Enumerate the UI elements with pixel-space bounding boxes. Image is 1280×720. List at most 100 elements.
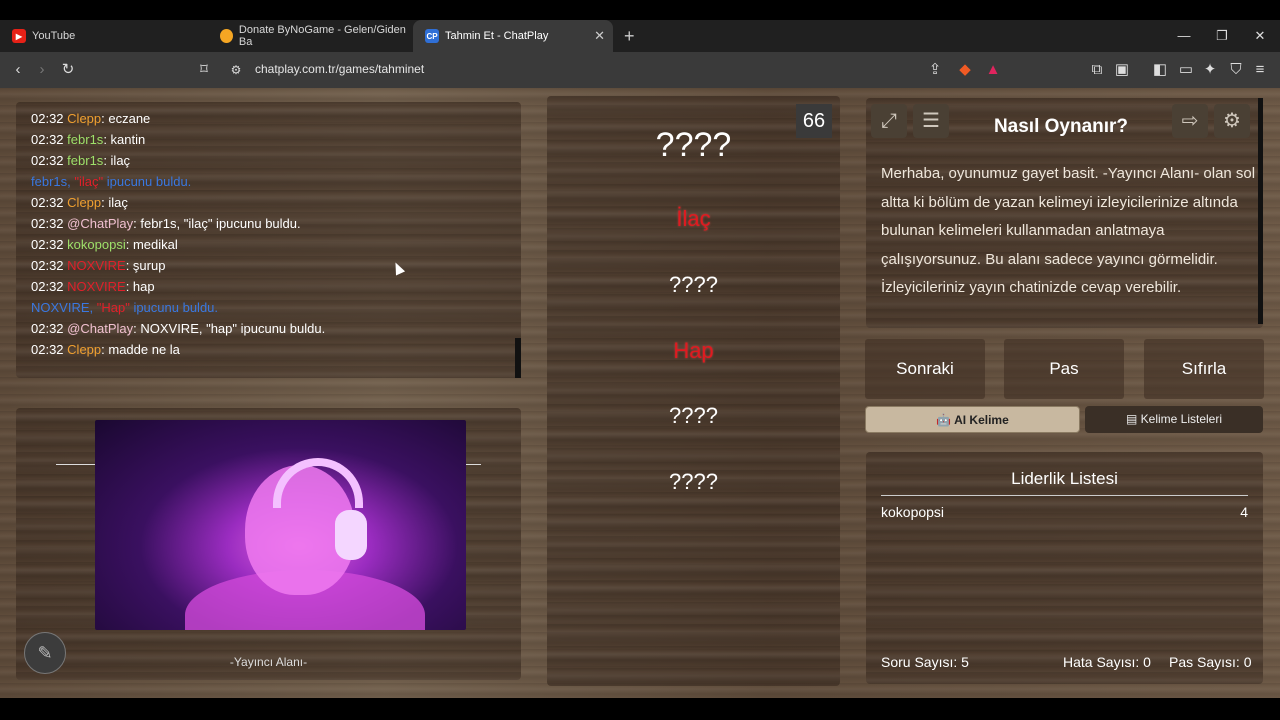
next-button[interactable]: Sonraki [865,339,985,399]
player-score: 4 [1240,504,1248,520]
address-bar[interactable]: chatplay.com.tr/games/tahminet [255,62,424,76]
chat-text: : medikal [125,237,178,252]
chat-message: 02:32 Clepp: ilaç [31,192,521,213]
chat-text: : febr1s, "ilaç" ipucunu buldu. [133,216,301,231]
screenshot-icon[interactable]: ▣ [1112,60,1132,80]
chat-timestamp: 02:32 [31,258,64,273]
chat-timestamp: 02:32 [31,342,64,357]
chat-message: 02:32 NOXVIRE: hap [31,276,521,297]
leo-icon[interactable]: ✦ [1200,60,1220,80]
found-clue: "Hap" [93,300,130,315]
close-window-icon[interactable]: ✕ [1242,20,1278,52]
chat-message: 02:32 Clepp: eczane [31,108,521,129]
vpn-icon[interactable]: ⛉ [1226,60,1246,80]
chat-username[interactable]: febr1s, [31,174,71,189]
tab-chatplay[interactable]: CP Tahmin Et - ChatPlay ✕ [413,20,613,52]
streamer-area-label: -Yayıncı Alanı- [229,655,308,669]
streamer-area: ✎ -Yayıncı Alanı- [16,408,521,680]
chat-scrollbar[interactable] [515,338,521,378]
how-to-play-panel: ⤢ ☰ ⇨ ⚙ Nasıl Oynanır? Merhaba, oyunumuz… [866,98,1263,328]
chat-text: ipucunu buldu. [103,174,192,189]
chat-username[interactable]: kokopopsi [67,237,126,252]
chat-text: : şurup [125,258,166,273]
chat-panel: 02:32 Clepp: eczane 02:32 febr1s: kantin 0… [16,102,521,378]
chat-text: : eczane [101,111,151,126]
game-page: 02:32 Clepp: eczane 02:32 febr1s: kantin 0… [0,88,1280,698]
reload-icon[interactable]: ↻ [58,60,78,80]
restore-icon[interactable]: ❐ [1204,20,1240,52]
back-icon[interactable]: ‹ [8,60,28,80]
chat-username[interactable]: NOXVIRE [67,279,126,294]
forward-icon[interactable]: › [32,60,52,80]
clue-word: ???? [669,403,718,428]
new-tab-button[interactable]: + [624,20,635,52]
clue-word: ???? [669,469,718,494]
close-tab-icon[interactable]: ✕ [594,28,605,44]
chat-username[interactable]: Clepp [67,195,101,210]
chat-username[interactable]: @ChatPlay [67,321,133,336]
chat-message: 02:32 @ChatPlay: febr1s, "ilaç" ipucunu … [31,213,521,234]
bynogame-icon [220,29,233,43]
chat-timestamp: 02:32 [31,279,64,294]
menu-icon[interactable]: ≡ [1250,60,1270,80]
tab-bynogame[interactable]: Donate ByNoGame - Gelen/Giden Ba [208,20,408,52]
list-icon: ▤ [1125,412,1141,426]
chat-timestamp: 02:32 [31,237,64,252]
how-to-play-title: Nasıl Oynanır? [993,116,1129,137]
chat-text: : ilaç [103,153,131,168]
leaderboard-panel: Liderlik Listesi kokopopsi 4 Soru Sayısı… [866,452,1263,684]
chat-username[interactable]: Clepp [67,111,101,126]
chat-text: : madde ne la [101,342,180,357]
chat-text: ipucunu buldu. [129,300,219,315]
youtube-icon: ▶ [12,29,26,43]
error-count: Hata Sayısı: 0 [1063,654,1151,670]
chat-message: 02:32 @ChatPlay: NOXVIRE, "hap" ipucunu … [31,318,521,339]
chat-timestamp: 02:32 [31,216,64,231]
word-column: 66 ???? İlaç ???? Hap ???? ???? [547,96,840,686]
tab-youtube[interactable]: ▶ YouTube [0,20,205,52]
chat-text: : hap [125,279,155,294]
tab-title: Tahmin Et - ChatPlay [445,30,549,42]
found-clue: "ilaç" [70,174,104,189]
chat-username[interactable]: @ChatPlay [67,216,133,231]
chat-timestamp: 02:32 [31,111,64,126]
brave-rewards-icon[interactable]: ▲ [983,60,1003,80]
brave-shield-icon[interactable]: ◆ [955,60,975,80]
pass-count: Pas Sayısı: 0 [1169,654,1252,670]
chat-username[interactable]: febr1s [67,153,103,168]
clue-word: İlaç [676,206,711,231]
bookmark-icon[interactable]: ⌑ [194,60,214,80]
tab-ai-word[interactable]: 🤖 AI Kelime [865,406,1080,433]
clue-word: ???? [669,272,718,297]
chat-text: : kantin [103,132,146,147]
chat-text: : ilaç [101,195,128,210]
tab-title: YouTube [32,30,76,42]
pass-button[interactable]: Pas [1004,339,1124,399]
chat-username[interactable]: Clepp [67,342,101,357]
site-info-icon[interactable]: ⚙ [226,60,246,80]
wallet-icon[interactable]: ▭ [1176,60,1196,80]
leaderboard-row: kokopopsi 4 [881,504,1248,520]
question-count: Soru Sayısı: 5 [881,654,969,670]
chat-username[interactable]: febr1s [67,132,103,147]
player-name: kokopopsi [881,504,945,520]
chat-username[interactable]: NOXVIRE, [31,300,93,315]
chat-system-message: NOXVIRE, "Hap" ipucunu buldu. [31,297,521,318]
chat-message: 02:32 febr1s: ilaç [31,150,521,171]
main-word: ???? [655,126,732,164]
chat-timestamp: 02:32 [31,153,64,168]
how-to-play-text: Merhaba, oyunumuz gayet basit. -Yayıncı … [881,165,1256,297]
chat-username[interactable]: NOXVIRE [67,258,126,273]
chat-timestamp: 02:32 [31,321,64,336]
reset-button[interactable]: Sıfırla [1144,339,1264,399]
bottom-bar [0,698,1280,720]
chat-timestamp: 02:32 [31,195,64,210]
webcam-feed [95,420,466,630]
how-to-play-scrollbar[interactable] [1258,98,1263,324]
extensions-icon[interactable]: ⧉ [1087,60,1107,80]
tab-title: Donate ByNoGame - Gelen/Giden Ba [238,24,406,48]
share-icon[interactable]: ⇪ [925,60,945,80]
tab-word-lists[interactable]: ▤ Kelime Listeleri [1085,406,1263,433]
sidebar-icon[interactable]: ◧ [1150,60,1170,80]
minimize-icon[interactable]: — [1166,20,1202,52]
